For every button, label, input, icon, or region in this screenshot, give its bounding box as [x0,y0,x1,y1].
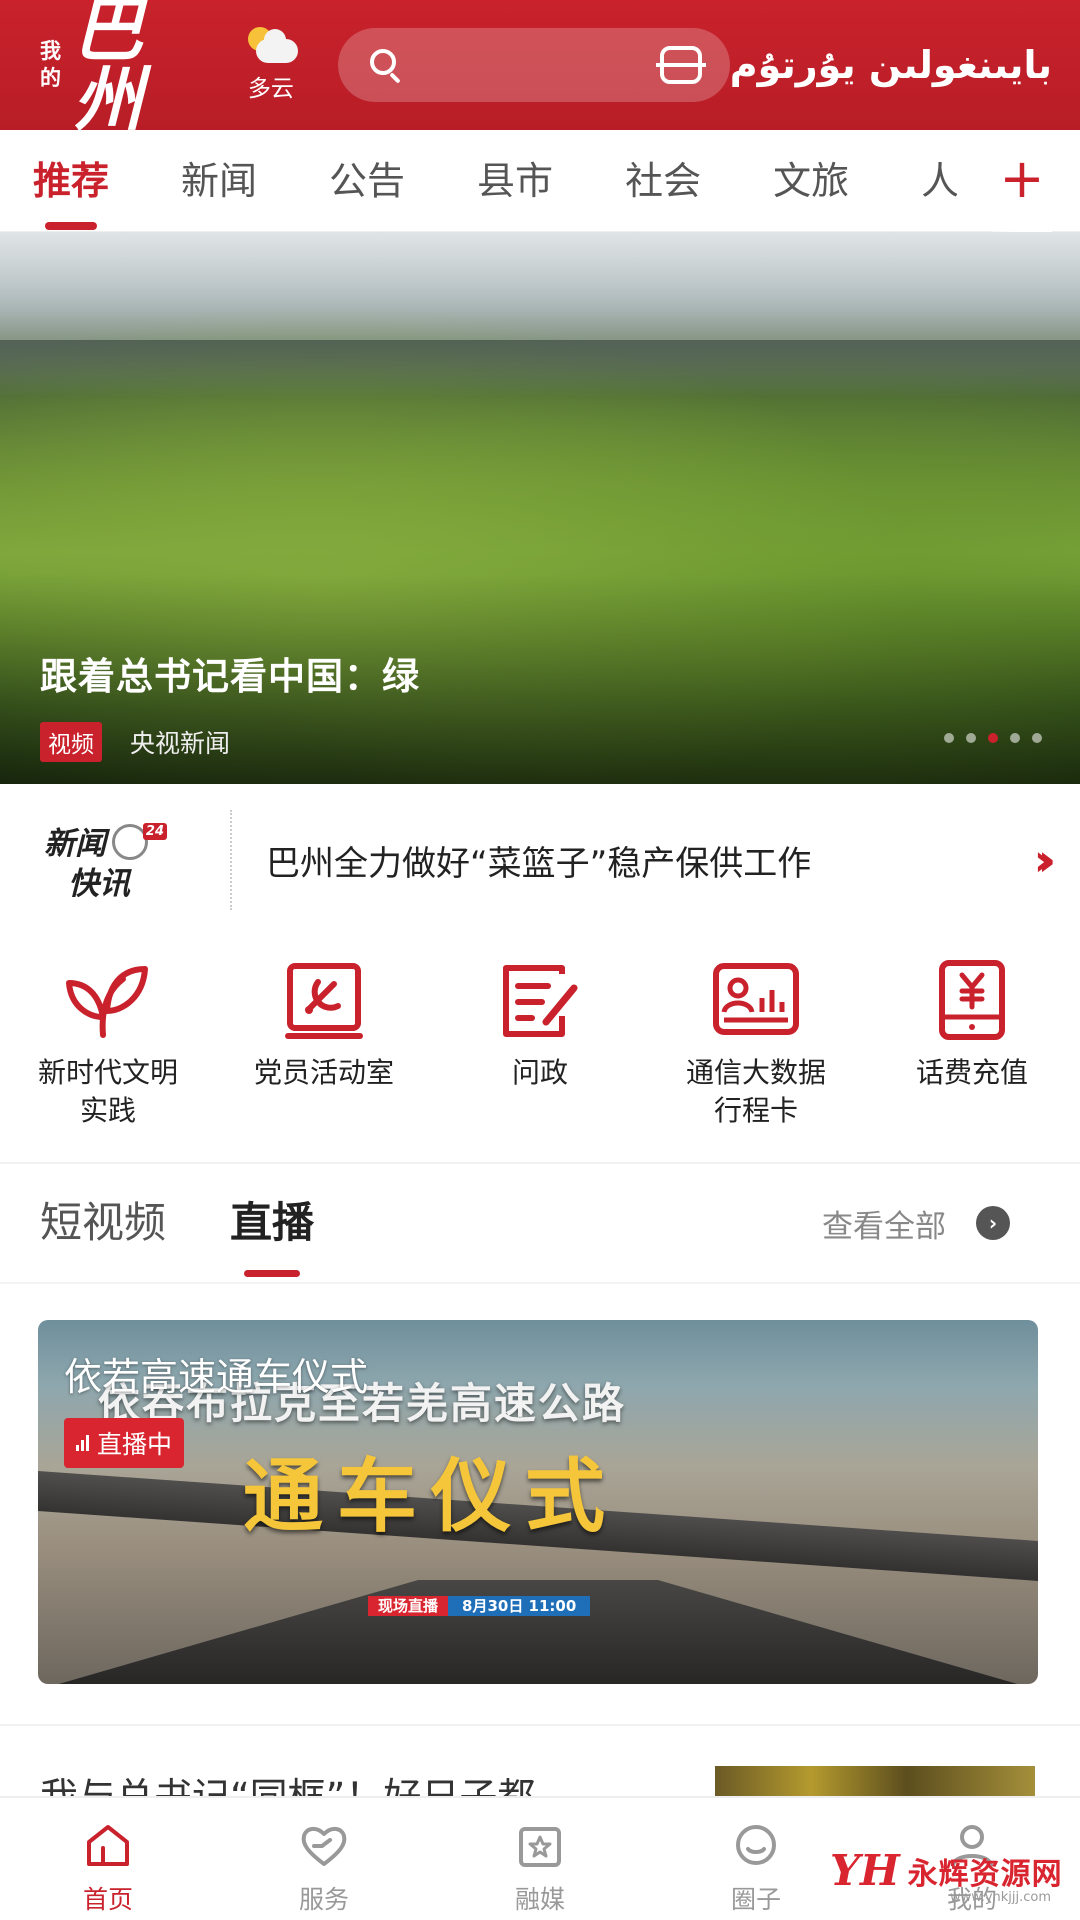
weather-widget[interactable]: 多云 [242,27,300,103]
watermark-url: www.yhkjjj.com [950,1890,1052,1905]
banner-title: 跟着总书记看中国：绿 [40,655,420,698]
article-title: 我与总书记“同框”！好日子都 [40,1766,660,1796]
leaf-icon [60,958,156,1044]
live-card-title: 依若高速通车仪式 [64,1355,369,1399]
signal-bars-icon [76,1435,89,1451]
video-badge: 视频 [40,722,102,762]
tab-notice[interactable]: 公告 [329,130,405,232]
service-civilization-practice[interactable]: 新时代文明 实践 [0,936,216,1162]
service-trip-card[interactable]: 通信大数据 行程卡 [648,936,864,1162]
watermark-logo: YH [830,1846,900,1895]
logo-small-2: 的 [40,66,61,90]
carousel-dots [944,733,1042,743]
nav-services[interactable]: 服务 [216,1798,432,1920]
service-phone-recharge[interactable]: 话费充值 [864,936,1080,1162]
article-thumbnail [715,1766,1035,1796]
scan-icon[interactable] [655,46,706,84]
app-screen: 我 的 巴州 多云 بايىنغولىن يۇرتۇم 推荐 新闻 公告 县市 … [0,0,1080,1920]
service-label: 话费充值 [915,1056,1028,1089]
news-flash-headline[interactable]: 巴州全力做好“菜篮子”稳产保供工作 [266,836,1034,885]
tab-people[interactable]: 人 [921,130,957,232]
partly-cloudy-icon [242,27,300,67]
search-bar[interactable] [337,28,730,102]
edit-document-icon [492,958,588,1044]
logo-main: 巴州 [73,0,145,141]
news-flash-logo: 新闻 快讯 [40,810,232,910]
see-all-link[interactable]: 查看全部 › [822,1201,1010,1246]
carousel-dot [966,733,976,743]
tab-recommend[interactable]: 推荐 [33,130,109,232]
category-tabs: 推荐 新闻 公告 县市 社会 文旅 人 + [0,130,1080,232]
news-flash-bar[interactable]: 新闻 快讯 巴州全力做好“菜篮子”稳产保供工作 ›› [0,784,1080,936]
top-header: 我 的 巴州 多云 بايىنغولىن يۇرتۇم [0,0,1080,135]
tab-news[interactable]: 新闻 [181,130,257,232]
service-label: 通信大数据 行程卡 [685,1056,826,1127]
watermark-text: 永辉资源网 [907,1856,1063,1892]
phone-yuan-icon [924,958,1020,1044]
service-party-room[interactable]: 党员活动室 [216,936,432,1162]
tab-culture-travel[interactable]: 文旅 [773,130,849,232]
search-icon [368,47,404,84]
service-label: 新时代文明 实践 [37,1056,178,1127]
logo-small-1: 我 [40,39,61,63]
chat-bubble-icon [728,1818,784,1874]
carousel-dot [1032,733,1042,743]
uyghur-title: بايىنغولىن يۇرتۇم [729,43,1052,87]
article-preview[interactable]: 我与总书记“同框”！好日子都 [0,1724,1080,1796]
tab-counties[interactable]: 县市 [477,130,553,232]
banner-source: 央视新闻 [130,729,231,758]
plus-icon[interactable]: + [992,130,1052,232]
live-stream-card[interactable]: 依吞布拉克至若羌高速公路 依若高速通车仪式 直播中 通车仪式 现场直播 8月30… [38,1320,1038,1684]
double-chevron-right-icon[interactable]: ›› [1034,835,1057,886]
party-emblem-icon [276,958,372,1044]
live-badge: 直播中 [64,1418,185,1468]
app-logo: 我 的 巴州 [40,0,208,135]
site-watermark: YH 永辉资源网 www.yhkjjj.com [830,1846,1063,1905]
service-label: 问政 [511,1056,568,1089]
media-star-icon [512,1818,568,1874]
weather-label: 多云 [247,76,294,102]
nav-media[interactable]: 融媒 [432,1798,648,1920]
tab-society[interactable]: 社会 [625,130,701,232]
clock-24-icon [112,823,167,860]
live-time-strip: 现场直播 8月30日 11:00 [368,1596,591,1616]
heart-hand-icon [296,1818,352,1874]
service-grid: 新时代文明 实践 党员活动室 问政 通信大数据 行程卡 话费充值 [0,936,1080,1164]
live-overlay-line2: 通车仪式 [243,1449,619,1543]
arrow-right-circle-icon: › [976,1206,1010,1240]
home-icon [80,1818,136,1874]
carousel-dot-active [988,733,998,743]
nav-home[interactable]: 首页 [0,1798,216,1920]
carousel-dot [1010,733,1020,743]
carousel-dot [944,733,954,743]
service-label: 党员活动室 [253,1056,394,1089]
service-inquiry[interactable]: 问政 [432,936,648,1162]
trip-card-icon [708,958,804,1044]
hero-banner[interactable]: 跟着总书记看中国：绿 视频 央视新闻 [0,232,1080,784]
video-section-header: 短视频 直播 查看全部 › [0,1164,1080,1284]
tab-short-video[interactable]: 短视频 [40,1163,166,1283]
tab-live[interactable]: 直播 [230,1163,314,1283]
